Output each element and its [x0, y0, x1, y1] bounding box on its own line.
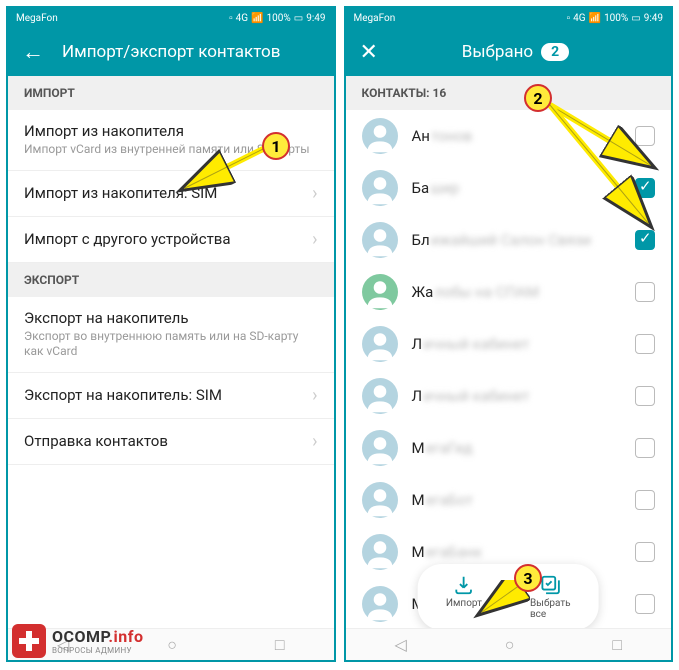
select-all-label: Выбрать все	[530, 598, 571, 620]
chevron-right-icon: ›	[312, 229, 317, 250]
contact-row[interactable]: Жалобы на СПАМ	[346, 266, 672, 318]
nav-recent-icon[interactable]: □	[612, 635, 622, 655]
item-title: Отправка контактов	[24, 432, 312, 450]
avatar-icon	[362, 118, 398, 154]
contact-name: Личный кабинет	[412, 335, 636, 353]
cross-icon	[12, 624, 46, 658]
battery-label: 100%	[604, 13, 628, 24]
time-label: 9:49	[644, 13, 663, 24]
network-icon: ▫	[229, 13, 233, 24]
network-icon: ▫	[567, 13, 571, 24]
contact-row[interactable]: МегаГид	[346, 422, 672, 474]
contact-name: МегаГид	[412, 439, 636, 457]
item-title: Экспорт на накопитель: SIM	[24, 386, 312, 404]
carrier-label: MegaFon	[354, 13, 396, 24]
battery-icon: ▭	[631, 13, 640, 24]
nav-back-icon[interactable]: ◁	[394, 635, 406, 654]
import-other-item[interactable]: Импорт с другого устройства ›	[8, 217, 334, 263]
time-label: 9:49	[306, 13, 325, 24]
avatar-icon	[362, 534, 398, 570]
contact-row[interactable]: Личный кабинет	[346, 370, 672, 422]
marker-2: 2	[524, 84, 552, 112]
export-section-header: ЭКСПОРТ	[8, 263, 334, 297]
network-label: 4G	[573, 13, 585, 24]
chevron-right-icon: ›	[312, 183, 317, 204]
select-all-icon	[539, 574, 561, 596]
send-contacts-item[interactable]: Отправка контактов ›	[8, 419, 334, 465]
arrow-2a	[540, 95, 670, 245]
nav-bar: ◁ ○ □	[346, 628, 672, 660]
avatar-icon	[362, 482, 398, 518]
contact-name: МегаБанк	[412, 543, 636, 561]
checkbox[interactable]	[635, 594, 655, 614]
signal-icon: 📶	[251, 13, 263, 24]
signal-icon: 📶	[589, 13, 601, 24]
nav-home-icon[interactable]: ○	[167, 635, 177, 655]
avatar-icon	[362, 378, 398, 414]
contact-name: МегаБот	[412, 491, 636, 509]
checkbox[interactable]	[635, 490, 655, 510]
chevron-right-icon: ›	[312, 431, 317, 452]
status-bar: MegaFon ▫ 4G 📶 100% ▭ 9:49	[346, 8, 672, 28]
avatar-icon	[362, 170, 398, 206]
header: ← Импорт/экспорт контактов	[8, 28, 334, 76]
battery-icon: ▭	[294, 13, 303, 24]
item-title: Импорт с другого устройства	[24, 230, 312, 248]
back-icon[interactable]: ←	[22, 39, 44, 65]
import-section-header: ИМПОРТ	[8, 76, 334, 110]
avatar-icon	[362, 222, 398, 258]
export-storage-item[interactable]: Экспорт на накопитель Экспорт во внутрен…	[8, 297, 334, 373]
contact-row[interactable]: МегаБот	[346, 474, 672, 526]
nav-home-icon[interactable]: ○	[505, 635, 515, 655]
checkbox[interactable]	[635, 438, 655, 458]
page-title: Импорт/экспорт контактов	[62, 42, 320, 62]
item-subtitle: Экспорт во внутреннюю память или на SD-к…	[24, 329, 318, 360]
avatar-icon	[362, 326, 398, 362]
page-title: Выбрано	[462, 42, 533, 62]
network-label: 4G	[236, 13, 248, 24]
checkbox[interactable]	[635, 334, 655, 354]
left-phone: MegaFon ▫ 4G 📶 100% ▭ 9:49 ← Импорт/эксп…	[6, 6, 336, 662]
close-icon[interactable]: ✕	[360, 40, 378, 65]
checkbox[interactable]	[635, 282, 655, 302]
avatar-icon	[362, 586, 398, 622]
carrier-label: MegaFon	[16, 13, 58, 24]
item-title: Экспорт на накопитель	[24, 309, 318, 327]
marker-3: 3	[514, 564, 542, 592]
chevron-right-icon: ›	[312, 385, 317, 406]
avatar-icon	[362, 430, 398, 466]
checkbox[interactable]	[635, 386, 655, 406]
checkbox[interactable]	[635, 542, 655, 562]
avatar-icon	[362, 274, 398, 310]
header: ✕ Выбрано 2	[346, 28, 672, 76]
export-sim-item[interactable]: Экспорт на накопитель: SIM ›	[8, 373, 334, 419]
ocomp-logo: OCOMP.info ВОПРОСЫ АДМИНУ	[12, 624, 144, 658]
contact-row[interactable]: Личный кабинет	[346, 318, 672, 370]
marker-1: 1	[262, 132, 290, 160]
nav-recent-icon[interactable]: □	[275, 635, 285, 655]
contact-name: Жалобы на СПАМ	[412, 283, 636, 301]
selected-count-badge: 2	[541, 43, 569, 61]
battery-label: 100%	[267, 13, 291, 24]
status-bar: MegaFon ▫ 4G 📶 100% ▭ 9:49	[8, 8, 334, 28]
contact-name: Личный кабинет	[412, 387, 636, 405]
